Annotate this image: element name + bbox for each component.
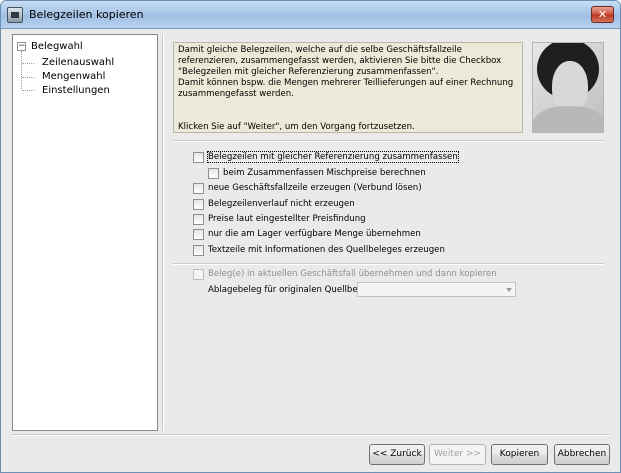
app-icon xyxy=(7,7,23,23)
tree-item-einstellungen[interactable]: Einstellungen xyxy=(42,84,110,97)
tree-collapse-icon[interactable]: − xyxy=(17,42,26,51)
new-business-line-checkbox[interactable]: neue Geschäftsfallzeile erzeugen (Verbun… xyxy=(193,183,422,194)
tree-connector xyxy=(22,63,34,64)
checkbox-box[interactable] xyxy=(208,168,219,179)
take-into-current-case-checkbox[interactable]: Beleg(e) in aktuellen Geschäftsfall über… xyxy=(193,269,497,280)
no-history-checkbox[interactable]: Belegzeilenverlauf nicht erzeugen xyxy=(193,199,355,210)
info-line: Damit gleiche Belegzeilen, welche auf di… xyxy=(178,45,462,55)
info-line: referenzieren, zusammengefasst werden, a… xyxy=(178,56,502,66)
archive-document-label: Ablagebeleg für originalen Quellbeleg xyxy=(208,285,371,295)
info-line: Damit können bspw. die Mengen mehrerer T… xyxy=(178,78,514,88)
checkbox-box[interactable] xyxy=(193,229,204,240)
title-bar[interactable]: Belegzeilen kopieren ✕ xyxy=(1,1,620,29)
navigation-tree: − Belegwahl Zeilenauswahl Mengenwahl Ein… xyxy=(12,34,158,431)
tree-item-zeilenauswahl[interactable]: Zeilenauswahl xyxy=(42,56,114,69)
info-panel: Damit gleiche Belegzeilen, welche auf di… xyxy=(173,42,523,133)
checkbox-label: Beleg(e) in aktuellen Geschäftsfall über… xyxy=(208,269,497,279)
panel-divider xyxy=(162,34,164,431)
support-agent-photo xyxy=(532,42,604,133)
text-line-source-checkbox[interactable]: Textzeile mit Informationen des Quellbel… xyxy=(193,245,445,256)
price-finding-checkbox[interactable]: Preise laut eingestellter Preisfindung xyxy=(193,214,366,225)
info-line: zusammengefasst werden. xyxy=(178,89,294,99)
checkbox-box[interactable] xyxy=(193,245,204,256)
checkbox-box[interactable] xyxy=(193,183,204,194)
info-line: "Belegzeilen mit gleicher Referenzierung… xyxy=(178,67,439,77)
tree-item-belegwahl[interactable]: Belegwahl xyxy=(31,40,83,53)
back-button[interactable]: << Zurück xyxy=(369,444,425,465)
archive-document-select[interactable] xyxy=(357,282,516,297)
checkbox-box[interactable] xyxy=(193,199,204,210)
checkbox-box[interactable] xyxy=(193,269,204,280)
tree-connector xyxy=(21,51,22,89)
checkbox-label: beim Zusammenfassen Mischpreise berechne… xyxy=(223,168,426,178)
checkbox-label: nur die am Lager verfügbare Menge überne… xyxy=(208,229,421,239)
footer-divider xyxy=(11,434,610,436)
info-footer: Klicken Sie auf "Weiter", um den Vorgang… xyxy=(178,122,415,132)
tree-connector xyxy=(22,90,34,91)
checkbox-label: Belegzeilen mit gleicher Referenzierung … xyxy=(207,151,459,163)
checkbox-label: Belegzeilenverlauf nicht erzeugen xyxy=(208,199,355,209)
merge-same-reference-checkbox[interactable]: Belegzeilen mit gleicher Referenzierung … xyxy=(193,151,459,163)
dialog-window: Belegzeilen kopieren ✕ − Belegwahl Zeile… xyxy=(0,0,621,473)
window-title: Belegzeilen kopieren xyxy=(29,8,144,21)
checkbox-box[interactable] xyxy=(193,152,204,163)
checkbox-box[interactable] xyxy=(193,214,204,225)
close-button[interactable]: ✕ xyxy=(591,6,614,23)
tree-connector xyxy=(22,77,34,78)
mixed-prices-checkbox[interactable]: beim Zusammenfassen Mischpreise berechne… xyxy=(208,168,426,179)
chevron-down-icon xyxy=(506,288,512,292)
checkbox-label: Textzeile mit Informationen des Quellbel… xyxy=(208,245,445,255)
copy-button[interactable]: Kopieren xyxy=(491,444,548,465)
checkbox-label: neue Geschäftsfallzeile erzeugen (Verbun… xyxy=(208,183,422,193)
close-icon: ✕ xyxy=(597,8,608,21)
section-divider xyxy=(173,140,604,142)
tree-item-mengenwahl[interactable]: Mengenwahl xyxy=(42,70,105,83)
checkbox-label: Preise laut eingestellter Preisfindung xyxy=(208,214,366,224)
available-stock-checkbox[interactable]: nur die am Lager verfügbare Menge überne… xyxy=(193,229,421,240)
cancel-button[interactable]: Abbrechen xyxy=(554,444,610,465)
next-button[interactable]: Weiter >> xyxy=(429,444,486,465)
section-divider xyxy=(173,263,604,265)
